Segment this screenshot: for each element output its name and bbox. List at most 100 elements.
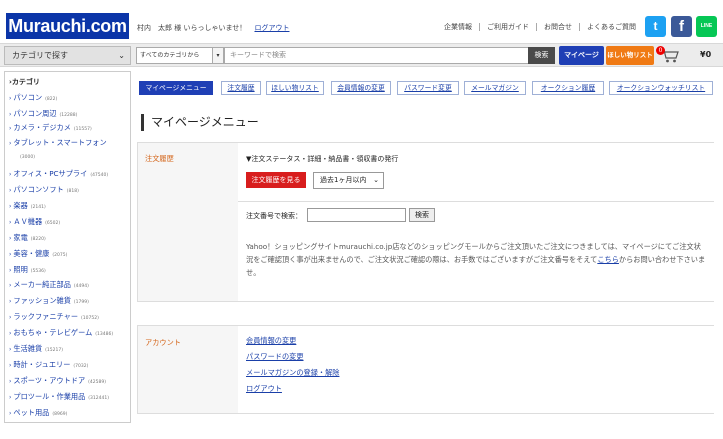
account-link-member-info[interactable]: 会員情報の変更: [246, 336, 296, 346]
tab-item[interactable]: 会員情報の変更: [331, 81, 391, 95]
sidebar-item-label: オフィス・PCサプライ: [13, 169, 88, 178]
chevron-down-icon[interactable]: ▾: [212, 47, 224, 64]
chevron-right-icon: ›: [9, 282, 12, 289]
account-link-newsletter[interactable]: メールマガジンの登録・解除: [246, 368, 339, 378]
sidebar-item-count: (15217): [45, 348, 63, 353]
view-order-history-button[interactable]: 注文履歴を見る: [246, 172, 306, 188]
sidebar-item-count: (2141): [30, 205, 46, 210]
account-link-password[interactable]: パスワードの変更: [246, 352, 304, 362]
welcome-message: 村内 太郎 様 いらっしゃいませ！ ログアウト: [137, 23, 289, 33]
site-logo[interactable]: Murauchi.com: [6, 13, 129, 39]
sidebar-item-count: (47540): [90, 173, 109, 178]
chevron-right-icon: ›: [9, 251, 12, 258]
header-link-guide[interactable]: ご利用ガイド: [479, 23, 536, 31]
sidebar-item[interactable]: › パソコンソフト (818): [9, 185, 79, 195]
welcome-text: 村内 太郎 様 いらっしゃいませ！: [137, 24, 247, 32]
sidebar-item[interactable]: › おもちゃ・テレビゲーム (13486): [9, 328, 113, 338]
sidebar-item-label: タブレット・スマートフォン: [13, 138, 107, 147]
sidebar-item-label: プロツール・作業用品: [13, 392, 86, 401]
sidebar-item[interactable]: › パソコン周辺 (12288): [9, 109, 77, 119]
sidebar-item[interactable]: › ＡＶ機器 (6502): [9, 217, 60, 227]
sidebar-item-count: (5536): [30, 269, 46, 274]
sidebar-title-label: カテゴリ: [11, 78, 40, 86]
chevron-right-icon: ›: [9, 95, 12, 102]
sidebar-item[interactable]: › 照明 (5536): [9, 265, 46, 275]
sidebar-item[interactable]: › オフィス・PCサプライ (47540): [9, 169, 108, 179]
header-logout-link[interactable]: ログアウト: [254, 24, 289, 32]
account-link-logout[interactable]: ログアウト: [246, 384, 282, 394]
category-browse-button[interactable]: カテゴリで探す ⌄: [4, 46, 131, 65]
chevron-right-icon: ›: [9, 330, 12, 337]
sidebar-item[interactable]: › タブレット・スマートフォン (3000): [9, 138, 107, 160]
twitter-icon[interactable]: t: [645, 16, 666, 37]
sidebar-item-label: メーカー純正部品: [13, 280, 71, 289]
sidebar-item[interactable]: › カメラ・デジカメ (11557): [9, 123, 92, 133]
sidebar-item-count: (10752): [81, 316, 99, 321]
chevron-right-icon: ›: [9, 314, 12, 321]
tab-item[interactable]: パスワード変更: [397, 81, 459, 95]
order-history-content: ▼注文ステータス・詳細・納品書・領収書の発行 注文履歴を見る 過去1ヶ月以内 ⌄…: [238, 143, 714, 301]
chevron-right-icon: ›: [9, 378, 12, 385]
period-select[interactable]: 過去1ヶ月以内 ⌄: [313, 172, 384, 189]
sidebar-item[interactable]: › プロツール・作業用品 (312441): [9, 392, 109, 402]
header-link-company[interactable]: 企業情報: [444, 23, 479, 31]
header-link-contact[interactable]: お問合せ: [536, 23, 579, 31]
sidebar-item-count: (2075): [52, 253, 68, 258]
notice-contact-link[interactable]: こちら: [597, 255, 619, 264]
sidebar-item-label: カメラ・デジカメ: [13, 123, 71, 132]
sidebar-item[interactable]: › パソコン (822): [9, 93, 57, 103]
sidebar-item-label: ラックファニチャー: [13, 312, 79, 321]
sidebar-item-label: 美容・健康: [13, 249, 50, 258]
order-search-button[interactable]: 検索: [409, 208, 435, 222]
wishlist-button[interactable]: ほしい物リスト: [606, 46, 654, 65]
sidebar-item-count: (7032): [73, 364, 89, 369]
tab-item[interactable]: マイページメニュー: [139, 81, 213, 95]
sidebar-item[interactable]: › 時計・ジュエリー (7032): [9, 360, 88, 370]
sidebar-item[interactable]: › 生活雑貨 (15217): [9, 344, 63, 354]
tab-item[interactable]: 注文履歴: [221, 81, 261, 95]
sidebar-item-count: (42589): [88, 380, 106, 385]
sidebar-title: ›カテゴリ: [5, 72, 130, 90]
tab-item[interactable]: オークションウォッチリスト: [609, 81, 713, 95]
search-input[interactable]: キーワードで検索: [224, 47, 529, 64]
sidebar-item[interactable]: › 美容・健康 (2075): [9, 249, 67, 259]
tab-item[interactable]: ほしい物リスト: [266, 81, 324, 95]
facebook-icon[interactable]: f: [671, 16, 692, 37]
sidebar-item[interactable]: › ラックファニチャー (10752): [9, 312, 99, 322]
search-scope-select[interactable]: すべてのカテゴリから: [136, 47, 213, 64]
header-links: 企業情報 ご利用ガイド お問合せ よくあるご質問: [444, 23, 643, 31]
sidebar-item[interactable]: › 家電 (8220): [9, 233, 46, 243]
sidebar-item[interactable]: › ペット用品 (8969): [9, 408, 67, 418]
sidebar-item-label: 家電: [13, 233, 28, 242]
tab-item[interactable]: メールマガジン: [464, 81, 526, 95]
header-link-faq[interactable]: よくあるご質問: [579, 23, 643, 31]
page-title: マイページメニュー: [141, 114, 259, 131]
sidebar-item-label: 時計・ジュエリー: [13, 360, 71, 369]
divider: [238, 201, 714, 202]
order-status-heading: ▼注文ステータス・詳細・納品書・領収書の発行: [246, 155, 399, 163]
search-button[interactable]: 検索: [528, 47, 555, 64]
sidebar-item-label: ファッション雑貨: [13, 296, 71, 305]
chevron-right-icon: ›: [9, 346, 12, 353]
period-select-value: 過去1ヶ月以内: [320, 176, 367, 184]
sidebar-item-count: (3000): [20, 155, 35, 160]
chevron-right-icon: ›: [9, 140, 12, 147]
sidebar-item[interactable]: › 楽器 (2141): [9, 201, 46, 211]
sidebar-item[interactable]: › メーカー純正部品 (4494): [9, 280, 89, 290]
sidebar-item-label: パソコンソフト: [13, 185, 64, 194]
tab-item[interactable]: オークション履歴: [532, 81, 604, 95]
sidebar-item-label: ペット用品: [13, 408, 50, 417]
line-icon[interactable]: LINE: [696, 16, 717, 37]
sidebar-item[interactable]: › スポーツ・アウトドア (42589): [9, 376, 106, 386]
account-panel: アカウント 会員情報の変更 パスワードの変更 メールマガジンの登録・解除 ログア…: [137, 325, 714, 414]
chevron-right-icon: ›: [9, 125, 12, 132]
mypage-button[interactable]: マイページ: [559, 46, 604, 65]
sidebar-item-count: (12288): [59, 113, 78, 118]
sidebar-item[interactable]: › ファッション雑貨 (1799): [9, 296, 89, 306]
account-label: アカウント: [145, 338, 181, 347]
sidebar-item-label: パソコン: [13, 93, 43, 102]
order-number-input[interactable]: [307, 208, 406, 222]
sidebar-item-count: (6502): [45, 221, 61, 226]
chevron-right-icon: ›: [9, 267, 12, 274]
chevron-right-icon: ›: [9, 171, 12, 178]
